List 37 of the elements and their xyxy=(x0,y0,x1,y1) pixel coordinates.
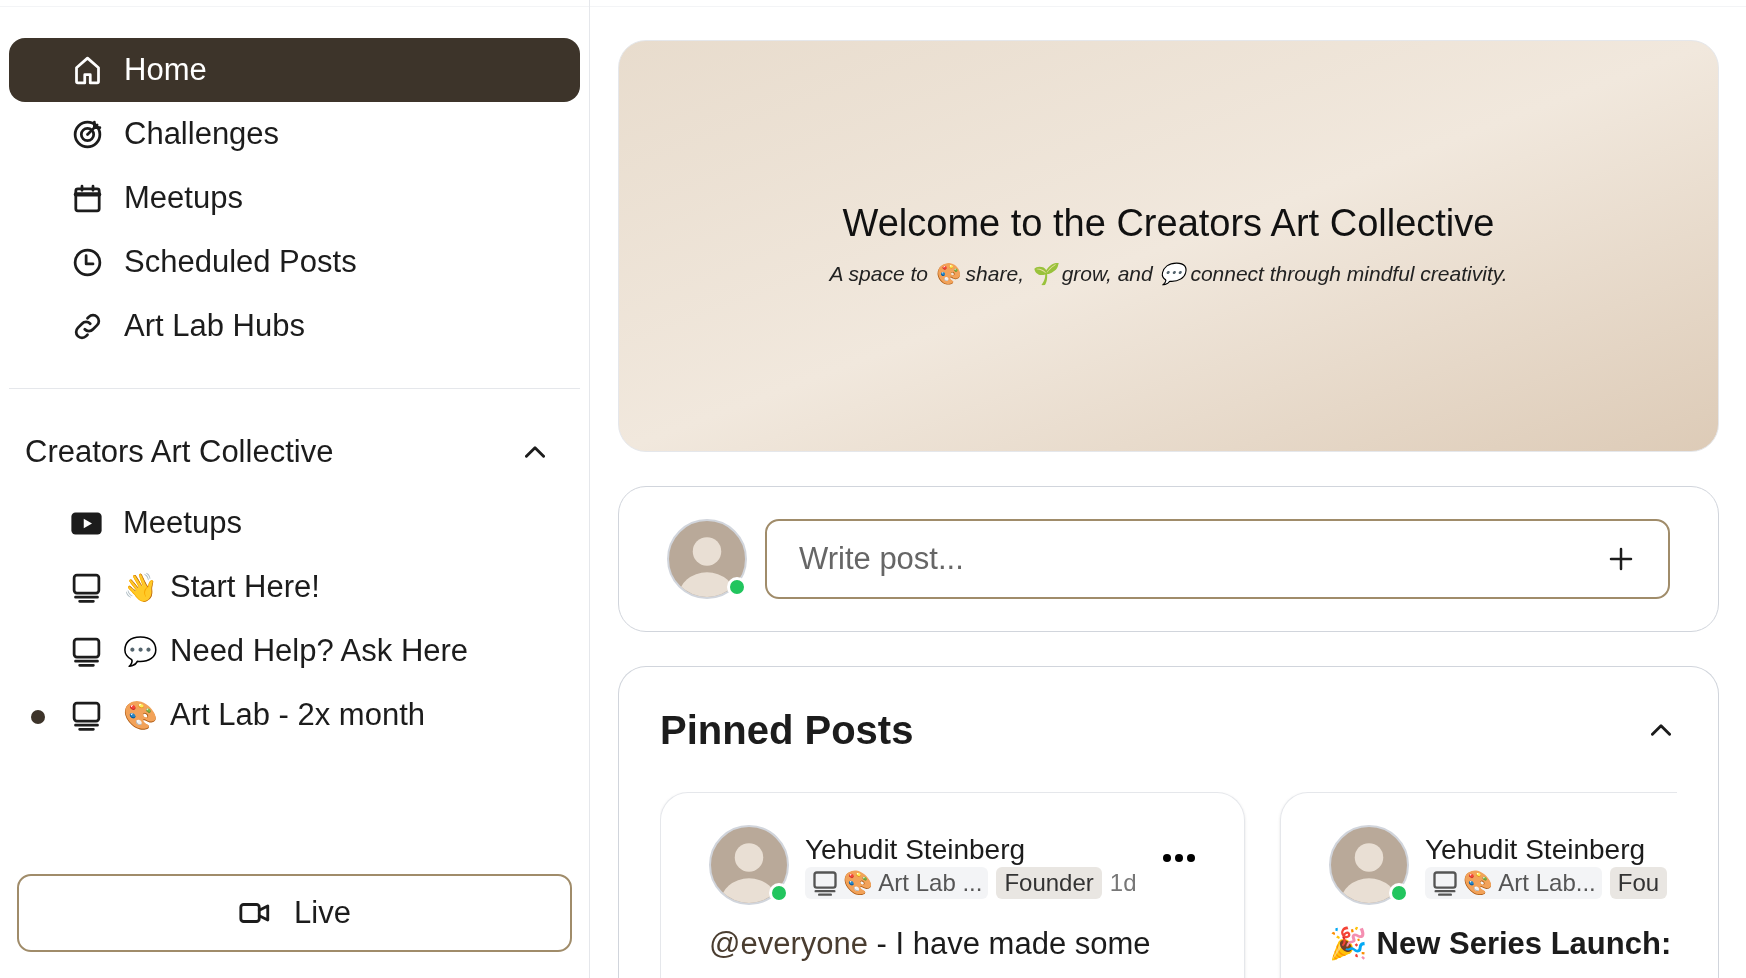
emoji-icon: 💬 xyxy=(123,637,158,666)
chevron-icon xyxy=(1651,724,1671,736)
section-heading: Pinned Posts xyxy=(660,707,914,754)
banner-subtitle: A space to 🎨 share, 🌱 grow, and 💬 connect through mindful creativity. xyxy=(829,261,1508,288)
nav-item[interactable]: Meetups xyxy=(9,166,580,230)
role-tag: Fou xyxy=(1609,866,1668,899)
banner-title: Welcome to the Creators Art Collective xyxy=(842,201,1495,246)
monitor-icon xyxy=(70,699,103,732)
channel-item[interactable]: 💬 Need Help? Ask Here xyxy=(70,619,589,684)
more-options-icon[interactable] xyxy=(1162,853,1196,863)
monitor-icon xyxy=(70,635,103,668)
chevron-icon xyxy=(525,446,545,459)
monitor-icon xyxy=(1431,868,1459,897)
write-post-field[interactable]: Write post... xyxy=(765,519,1670,599)
section-title: Creators Art Collective xyxy=(25,433,334,471)
channel-item[interactable]: 👋 Start Here! xyxy=(70,555,589,620)
role-tag: Founder xyxy=(996,866,1102,899)
monitor-icon xyxy=(811,868,839,897)
monitor-icon xyxy=(70,571,103,604)
nav-item[interactable]: Challenges xyxy=(9,102,580,166)
post-time: 1d xyxy=(1109,867,1137,898)
nav-item[interactable]: Art Lab Hubs xyxy=(9,294,580,358)
author-name[interactable]: Yehudit Steinberg xyxy=(1425,831,1677,867)
emoji-icon: 🎨 xyxy=(123,701,158,730)
space-tag[interactable]: 🎨 Art Lab... xyxy=(1425,866,1602,899)
post-title: 🎉 New Series Launch: xyxy=(1329,925,1673,963)
post-card[interactable]: Yehudit Steinberg 🎨 Art Lab... Fou 🎉 New Series Launch: xyxy=(1280,792,1677,978)
author-name[interactable]: Yehudit Steinberg xyxy=(805,831,1146,867)
nav-item[interactable]: Home xyxy=(9,38,580,102)
post-card[interactable]: Yehudit Steinberg 🎨 Art Lab ... Founder 1d @everyone - I have made some xyxy=(660,792,1245,978)
post-text: @everyone - I have made some xyxy=(709,925,1152,963)
channel-item[interactable]: Meetups xyxy=(70,491,589,556)
channel-item[interactable]: 🎨 Art Lab - 2x month xyxy=(70,683,589,748)
emoji-icon: 👋 xyxy=(123,573,158,602)
nav-item[interactable]: Scheduled Posts xyxy=(9,230,580,294)
space-tag[interactable]: 🎨 Art Lab ... xyxy=(805,866,989,899)
live-button[interactable]: Live xyxy=(17,874,572,952)
